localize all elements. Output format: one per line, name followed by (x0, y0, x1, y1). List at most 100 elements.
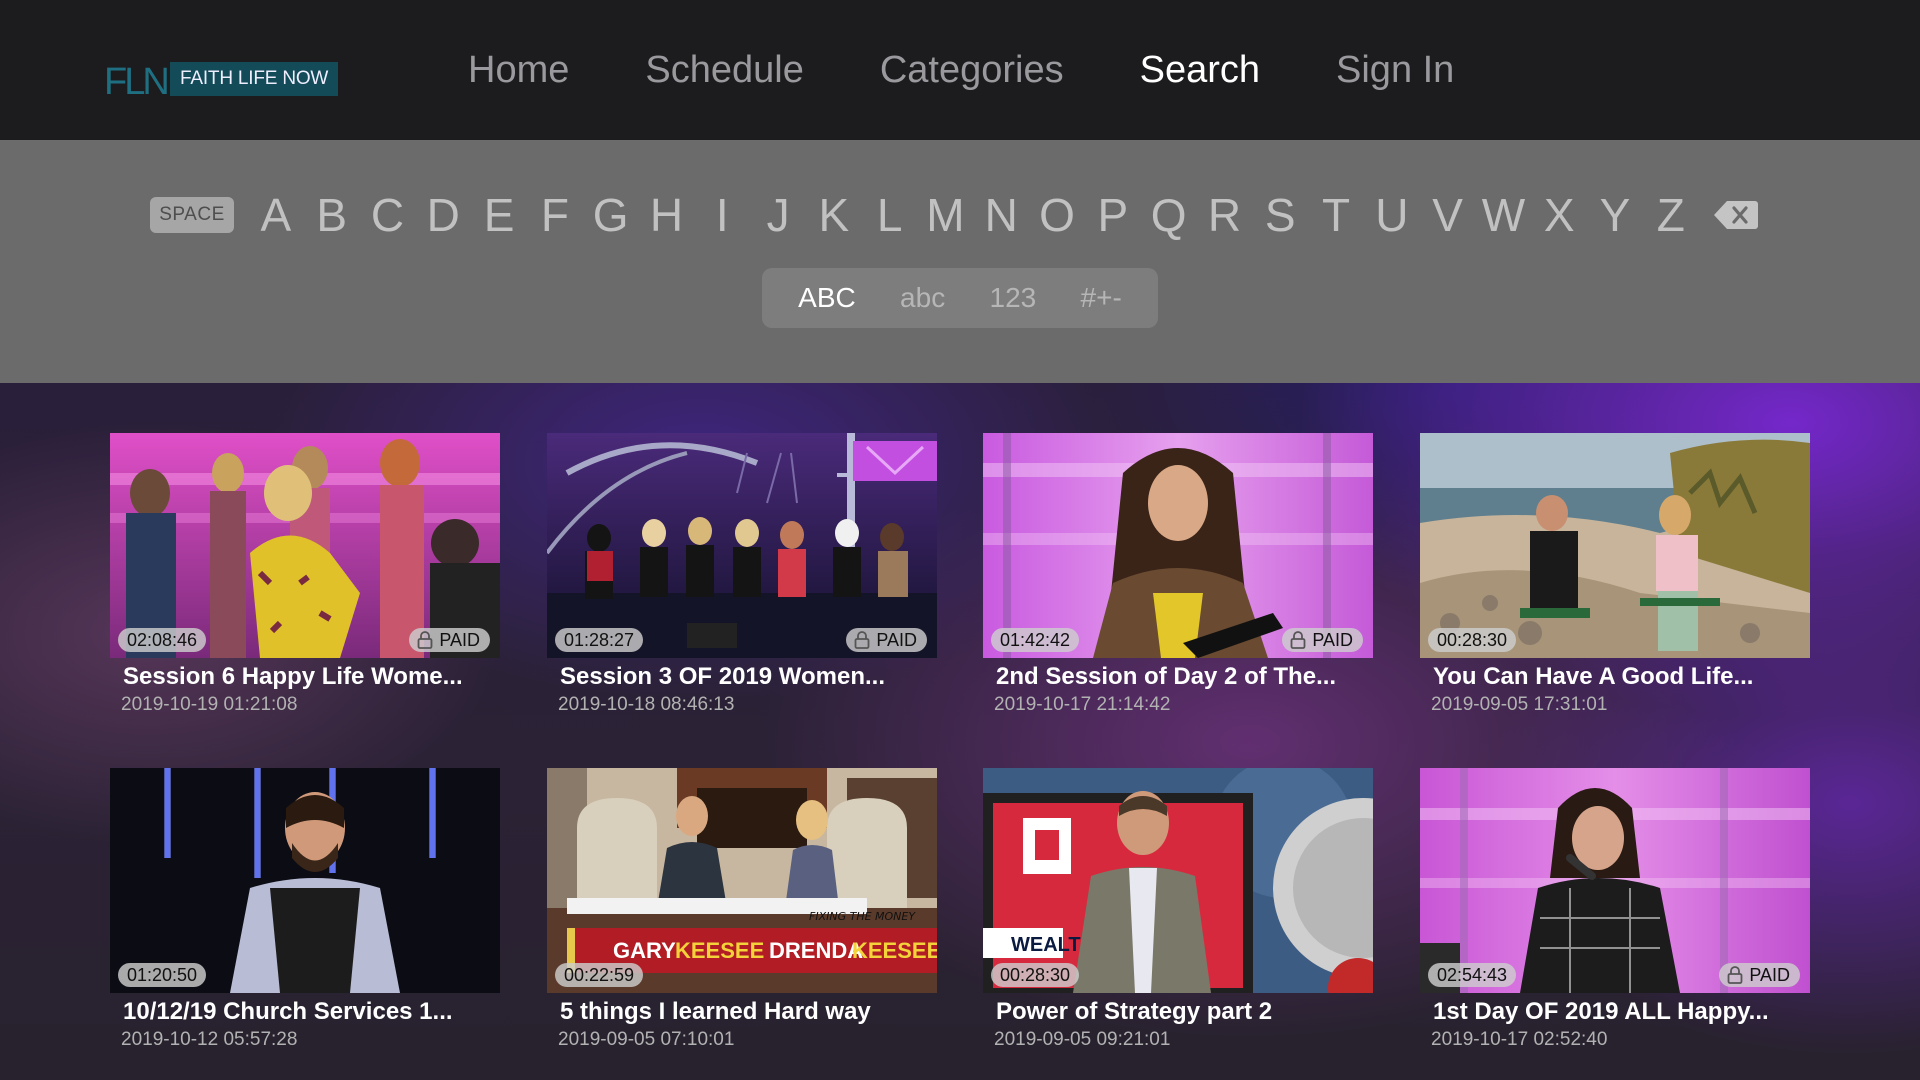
video-title: 5 things I learned Hard way (560, 998, 871, 1025)
video-thumbnail: 00:28:30 (1420, 433, 1810, 658)
duration-badge: 02:08:46 (118, 628, 207, 652)
letter-key-s[interactable]: S (1252, 188, 1308, 242)
duration-badge: 01:20:50 (118, 963, 207, 987)
result-card[interactable]: 00:28:30 You Can Have A Good Life... 201… (1420, 433, 1810, 718)
logo-initials: FLN (104, 61, 167, 98)
lower-third-tag: FIXING THE MONEY (809, 910, 916, 923)
nav-categories[interactable]: Categories (880, 42, 1064, 98)
letter-keys-row: SPACE ABCDEFGHIJKLMNOPQRSTUVWXYZ (150, 185, 1759, 245)
letter-key-w[interactable]: W (1476, 188, 1532, 242)
video-thumbnail: FIXING THE MONEY GARY KEESEE DRENDA KEES… (547, 768, 937, 993)
paid-label: PAID (876, 630, 917, 650)
search-results-grid: 02:08:46 PAID Session 6 Happy Life Wome.… (0, 383, 1920, 1080)
letter-key-h[interactable]: H (639, 188, 695, 242)
letter-key-d[interactable]: D (415, 188, 471, 242)
paid-label: PAID (1312, 630, 1353, 650)
duration-badge: 00:28:30 (991, 963, 1080, 987)
paid-label: PAID (1749, 965, 1790, 985)
result-card[interactable]: 02:54:43 PAID 1st Day OF 2019 ALL Happy.… (1420, 768, 1810, 1053)
video-date: 2019-10-17 21:14:42 (994, 694, 1171, 715)
video-date: 2019-10-17 02:52:40 (1431, 1029, 1608, 1050)
nav-search[interactable]: Search (1140, 42, 1260, 98)
letter-key-p[interactable]: P (1085, 188, 1141, 242)
top-navigation-bar: FLN FAITH LIFE NOW Home Schedule Categor… (0, 0, 1920, 140)
space-key[interactable]: SPACE (150, 197, 234, 233)
lower-third-name-1: GARY (613, 938, 676, 963)
letter-key-g[interactable]: G (583, 188, 639, 242)
lower-third-name-2: DRENDA (769, 938, 863, 963)
video-title: Session 3 OF 2019 Women... (560, 663, 886, 690)
mode-symbols[interactable]: #+- (1081, 282, 1122, 314)
letter-key-x[interactable]: X (1531, 188, 1587, 242)
letter-key-i[interactable]: I (694, 188, 750, 242)
letter-key-c[interactable]: C (360, 188, 416, 242)
lower-third-surname-2: KEESEE (852, 938, 937, 963)
video-thumbnail: 02:54:43 PAID (1420, 768, 1810, 993)
screen-text: WEALT (1011, 934, 1081, 956)
letter-key-e[interactable]: E (471, 188, 527, 242)
video-title: Power of Strategy part 2 (996, 998, 1273, 1025)
result-card[interactable]: WEALT 00:28:30 Power of Strategy part 2 … (983, 768, 1373, 1053)
video-date: 2019-09-05 09:21:01 (994, 1029, 1171, 1050)
video-date: 2019-09-05 07:10:01 (558, 1029, 735, 1050)
nav-home[interactable]: Home (468, 42, 569, 98)
video-date: 2019-10-19 01:21:08 (121, 694, 298, 715)
lock-icon (1727, 966, 1743, 984)
video-date: 2019-09-05 17:31:01 (1431, 694, 1608, 715)
video-title: 1st Day OF 2019 ALL Happy... (1433, 998, 1769, 1025)
result-card[interactable]: 02:08:46 PAID Session 6 Happy Life Wome.… (110, 433, 500, 718)
lower-third-surname-1: KEESEE (675, 938, 764, 963)
duration-badge: 00:28:30 (1428, 628, 1517, 652)
letter-key-y[interactable]: Y (1587, 188, 1643, 242)
letter-key-m[interactable]: M (918, 188, 974, 242)
result-card[interactable]: 01:28:27 PAID Session 3 OF 2019 Women...… (547, 433, 937, 718)
search-keyboard: SPACE ABCDEFGHIJKLMNOPQRSTUVWXYZ ABC abc… (0, 140, 1920, 383)
letter-key-f[interactable]: F (527, 188, 583, 242)
keyboard-mode-selector: ABC abc 123 #+- (762, 268, 1158, 328)
video-date: 2019-10-12 05:57:28 (121, 1029, 298, 1050)
video-title: Session 6 Happy Life Wome... (123, 663, 463, 690)
letter-key-a[interactable]: A (248, 188, 304, 242)
mode-lowercase[interactable]: abc (900, 282, 945, 314)
faith-life-now-logo: FLN FAITH LIFE NOW (104, 60, 339, 103)
video-thumbnail: 01:28:27 PAID (547, 433, 937, 658)
video-title: You Can Have A Good Life... (1433, 663, 1754, 690)
result-card[interactable]: 01:20:50 10/12/19 Church Services 1... 2… (110, 768, 500, 1053)
mode-numbers[interactable]: 123 (990, 282, 1037, 314)
letter-key-n[interactable]: N (973, 188, 1029, 242)
letter-key-u[interactable]: U (1364, 188, 1420, 242)
result-card[interactable]: FIXING THE MONEY GARY KEESEE DRENDA KEES… (547, 768, 937, 1053)
svg-text:GARY KEESEE: GARY KEESEE DRENDA KEESEE (613, 938, 937, 963)
backspace-icon[interactable] (1713, 197, 1759, 233)
main-nav: Home Schedule Categories Search Sign In (430, 42, 1492, 98)
duration-badge: 01:42:42 (991, 628, 1080, 652)
letter-keys: ABCDEFGHIJKLMNOPQRSTUVWXYZ (248, 188, 1699, 242)
duration-badge: 02:54:43 (1428, 963, 1517, 987)
letter-key-k[interactable]: K (806, 188, 862, 242)
letter-key-v[interactable]: V (1420, 188, 1476, 242)
paid-badge: PAID (1282, 628, 1363, 652)
paid-badge: PAID (1719, 963, 1800, 987)
letter-key-z[interactable]: Z (1643, 188, 1699, 242)
letter-key-l[interactable]: L (862, 188, 918, 242)
video-thumbnail: 01:42:42 PAID (983, 433, 1373, 658)
letter-key-j[interactable]: J (750, 188, 806, 242)
paid-label: PAID (439, 630, 480, 650)
nav-sign-in[interactable]: Sign In (1336, 42, 1454, 98)
logo-wordmark: FAITH LIFE NOW (170, 62, 339, 96)
letter-key-q[interactable]: Q (1141, 188, 1197, 242)
video-thumbnail: WEALT 00:28:30 (983, 768, 1373, 993)
video-thumbnail: 01:20:50 (110, 768, 500, 993)
result-card[interactable]: 01:42:42 PAID 2nd Session of Day 2 of Th… (983, 433, 1373, 718)
lock-icon (1290, 631, 1306, 649)
duration-badge: 00:22:59 (555, 963, 644, 987)
fln-logo-mark: FLN (104, 60, 172, 103)
video-title: 2nd Session of Day 2 of The... (996, 663, 1337, 690)
mode-uppercase[interactable]: ABC (798, 282, 856, 314)
letter-key-t[interactable]: T (1308, 188, 1364, 242)
letter-key-r[interactable]: R (1197, 188, 1253, 242)
video-thumbnail: 02:08:46 PAID (110, 433, 500, 658)
letter-key-o[interactable]: O (1029, 188, 1085, 242)
letter-key-b[interactable]: B (304, 188, 360, 242)
nav-schedule[interactable]: Schedule (645, 42, 803, 98)
